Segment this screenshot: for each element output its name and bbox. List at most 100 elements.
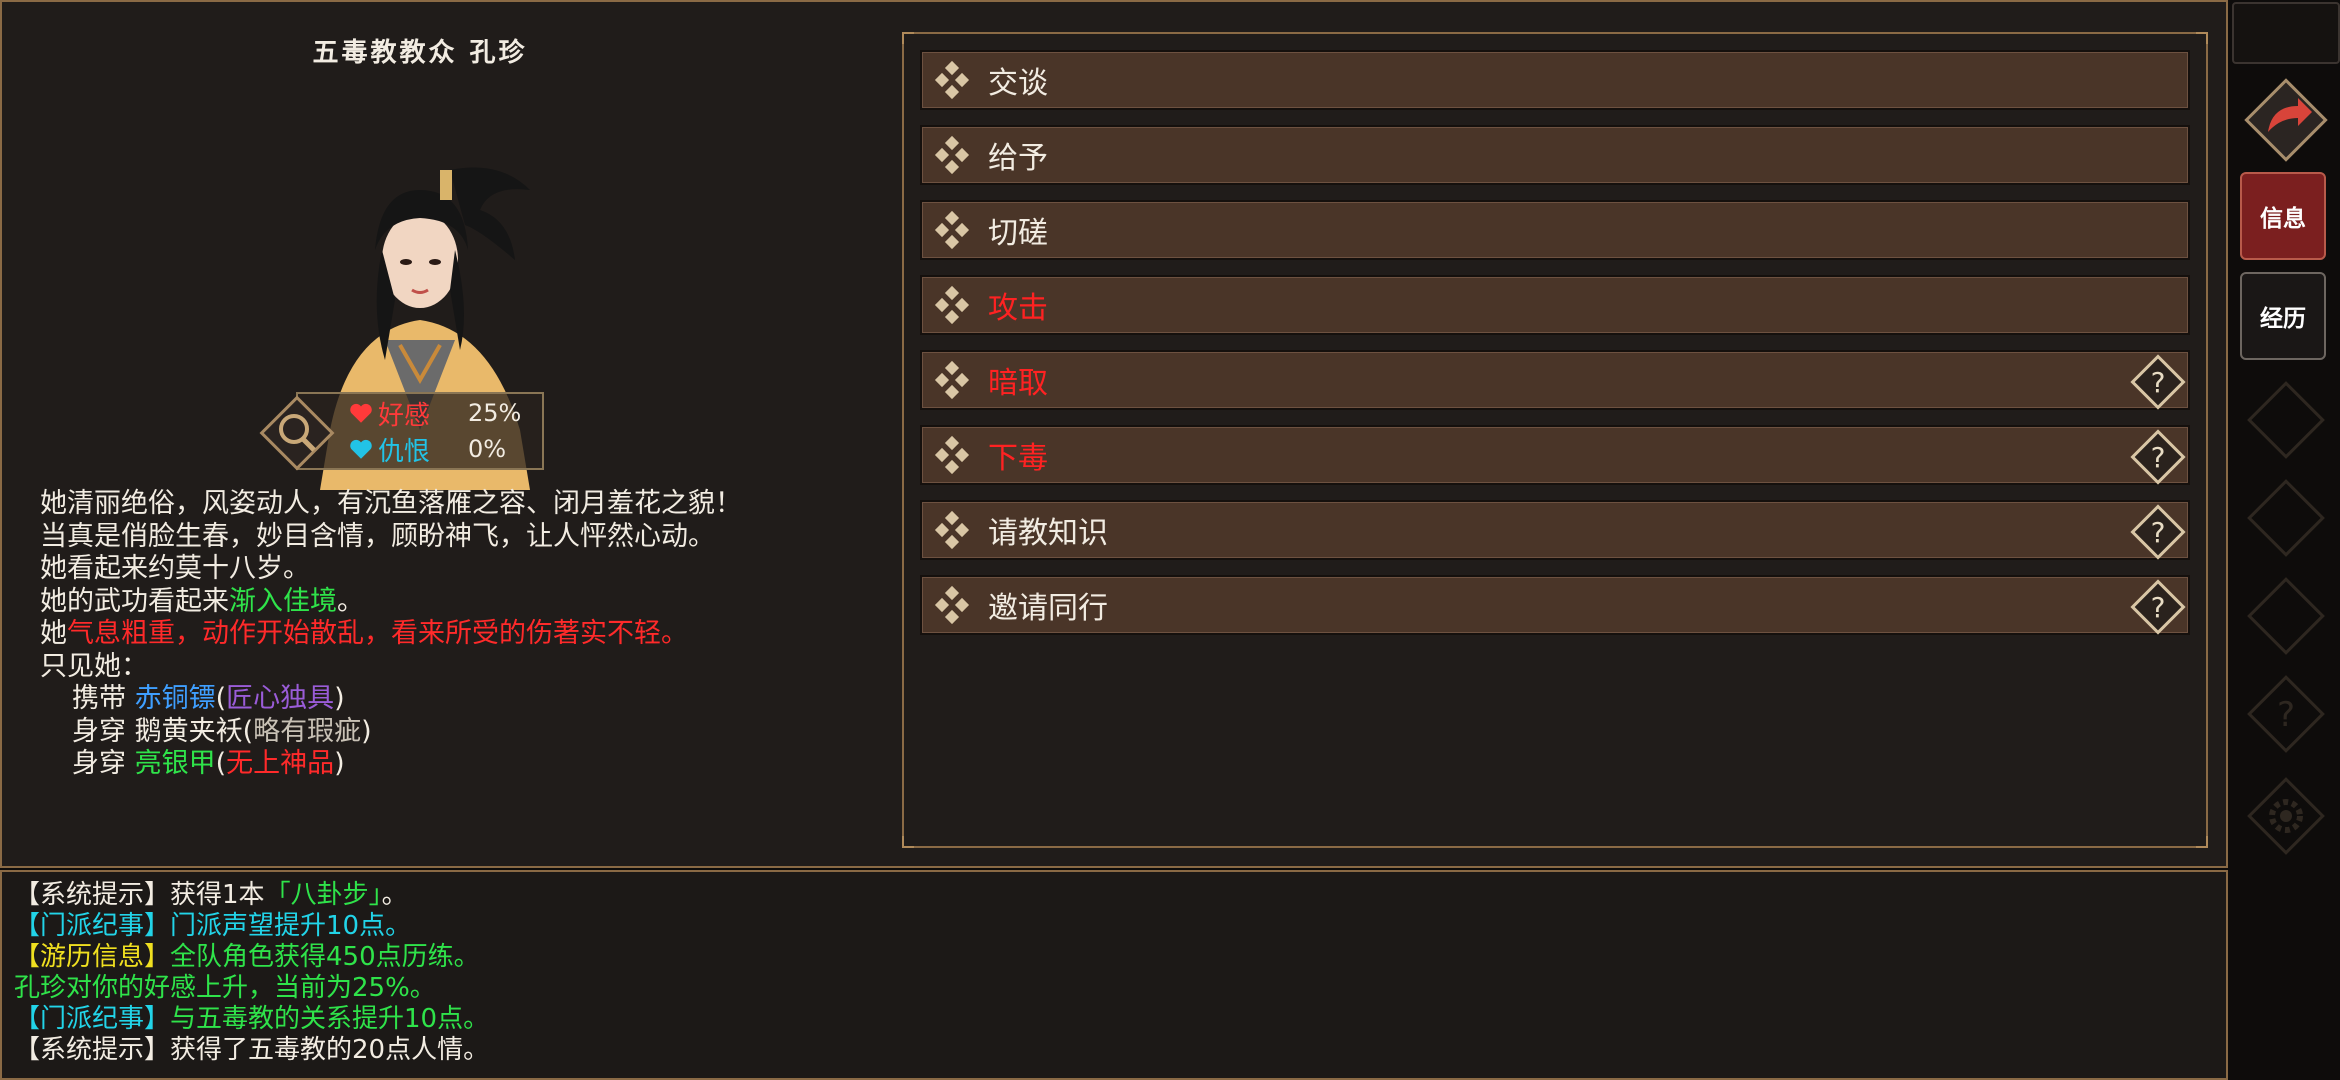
paren: ) (361, 715, 372, 747)
action-spar[interactable]: 切磋 (920, 200, 2190, 260)
scroll-icon (2247, 479, 2325, 557)
log-line: 【系统提示】获得了五毒教的20点人情。 (14, 1035, 489, 1066)
magnifier-icon[interactable] (256, 392, 338, 474)
desc-text: 她 (40, 618, 67, 649)
question-icon[interactable]: ? (2126, 425, 2190, 489)
hate-value: 0% (468, 435, 507, 463)
log-line: 【系统提示】获得1本「八卦步」。 (14, 880, 489, 911)
diamond-bullet-icon (934, 435, 970, 475)
svg-text:?: ? (2151, 366, 2166, 399)
svg-text:?: ? (2151, 591, 2166, 624)
paren: ( (242, 715, 254, 747)
diamond-bullet-icon (934, 360, 970, 400)
equip-verb: 身穿 (72, 748, 126, 779)
message-log: 【系统提示】获得1本「八卦步」。 【门派纪事】门派声望提升10点。 【游历信息】… (14, 880, 489, 1066)
action-label: 暗取 (988, 366, 1048, 401)
log-text: 获得1本 (170, 880, 265, 910)
desc-line: 她清丽绝俗，风姿动人，有沉鱼落雁之容、闭月羞花之貌！ (40, 488, 742, 519)
log-tag: 【门派纪事】 (14, 911, 171, 941)
frame-corner (902, 836, 914, 848)
paren: ( (215, 683, 227, 714)
scroll-icon (2247, 577, 2325, 655)
action-label: 邀请同行 (988, 591, 1108, 626)
log-line: 孔珍对你的好感上升，当前为25%。 (14, 973, 436, 1003)
equipment-item: 携带 赤铜镖(匠心独具) (40, 683, 880, 716)
action-label: 切磋 (988, 216, 1048, 251)
log-tag: 【门派纪事】 (14, 1004, 171, 1034)
question-icon[interactable]: ? (2126, 575, 2190, 639)
desc-text: 。 (337, 585, 364, 617)
log-text: 获得了五毒教的20点人情。 (170, 1035, 490, 1065)
frame-corner (902, 32, 914, 44)
npc-title: 五毒教教众 孔珍 (312, 38, 528, 68)
hate-label: 仇恨 (378, 436, 431, 467)
diamond-bullet-icon (934, 60, 970, 100)
npc-description: 她清丽绝俗，风姿动人，有沉鱼落雁之容、闭月羞花之貌！ 当真是俏脸生春，妙目含情，… (40, 488, 880, 781)
scroll-icon (2247, 381, 2325, 459)
log-tag: 【游历信息】 (14, 942, 171, 972)
favor-row: 好感 25% (348, 396, 522, 431)
desc-line: 当真是俏脸生春，妙目含情，顾盼神飞，让人怦然心动。 (40, 520, 715, 552)
hate-row: 仇恨 0% (348, 432, 507, 467)
tab-experience[interactable]: 经历 (2240, 272, 2326, 360)
frame-corner (2196, 32, 2208, 44)
desc-line: 她的武功看起来渐入佳境。 (40, 586, 880, 619)
action-attack[interactable]: 攻击 (920, 275, 2190, 335)
equip-quality: 匠心独具 (226, 683, 335, 714)
equip-name: 亮银甲 (134, 748, 216, 779)
log-item: 「八卦步」 (264, 880, 382, 910)
tab-info[interactable]: 信息 (2240, 172, 2326, 260)
svg-text:?: ? (2277, 695, 2295, 735)
question-icon[interactable]: ? (2126, 350, 2190, 414)
log-line: 【游历信息】全队角色获得450点历练。 (14, 942, 489, 973)
paren: ) (334, 683, 345, 714)
log-tag: 【系统提示】 (14, 1035, 171, 1065)
back-arrow-icon[interactable] (2238, 72, 2334, 168)
favor-label: 好感 (378, 400, 431, 431)
equip-name: 鹅黄夹袄 (134, 715, 243, 747)
favor-value: 25% (468, 399, 522, 427)
action-label: 请教知识 (988, 516, 1108, 551)
action-give[interactable]: 给予 (920, 125, 2190, 185)
equip-verb: 身穿 (72, 715, 126, 747)
equip-verb: 携带 (72, 683, 126, 714)
diamond-bullet-icon (934, 210, 970, 250)
log-text: 全队角色获得450点历练。 (170, 942, 480, 972)
action-label: 攻击 (988, 291, 1048, 326)
action-steal[interactable]: 暗取 ? (920, 350, 2190, 410)
equip-name: 赤铜镖 (134, 683, 216, 714)
log-line: 【门派纪事】与五毒教的关系提升10点。 (14, 1004, 489, 1035)
action-invite[interactable]: 邀请同行 ? (920, 575, 2190, 635)
diamond-bullet-icon (934, 285, 970, 325)
diamond-bullet-icon (934, 135, 970, 175)
martial-level: 渐入佳境 (229, 585, 337, 617)
gear-icon (2247, 777, 2325, 855)
log-text: 与五毒教的关系提升10点。 (170, 1004, 490, 1034)
action-label: 交谈 (988, 66, 1048, 101)
paren: ) (334, 748, 345, 779)
desc-line: 她气息粗重，动作开始散乱，看来所受的伤著实不轻。 (40, 618, 880, 651)
action-label: 给予 (988, 141, 1048, 176)
diamond-bullet-icon (934, 510, 970, 550)
equipment-item: 身穿 鹅黄夹袄(略有瑕疵) (40, 716, 880, 749)
log-text: 。 (381, 880, 408, 910)
equipment-item: 身穿 亮银甲(无上神品) (40, 748, 880, 781)
svg-text:?: ? (2151, 441, 2166, 474)
sidebar-top-slot (2232, 2, 2340, 64)
desc-line: 只见她： (40, 650, 148, 682)
log-tag: 【系统提示】 (14, 880, 171, 910)
action-ask-knowledge[interactable]: 请教知识 ? (920, 500, 2190, 560)
log-text: 门派声望提升10点。 (170, 911, 412, 941)
equip-quality: 略有瑕疵 (253, 715, 362, 747)
paren: ( (215, 748, 227, 779)
heart-icon (350, 403, 372, 423)
equip-quality: 无上神品 (226, 748, 335, 779)
question-icon: ? (2247, 675, 2325, 753)
frame-corner (2196, 836, 2208, 848)
health-status: 气息粗重，动作开始散乱，看来所受的伤著实不轻。 (67, 618, 688, 649)
question-icon[interactable]: ? (2126, 500, 2190, 564)
heart-icon (350, 439, 372, 459)
action-talk[interactable]: 交谈 (920, 50, 2190, 110)
diamond-bullet-icon (934, 585, 970, 625)
action-poison[interactable]: 下毒 ? (920, 425, 2190, 485)
